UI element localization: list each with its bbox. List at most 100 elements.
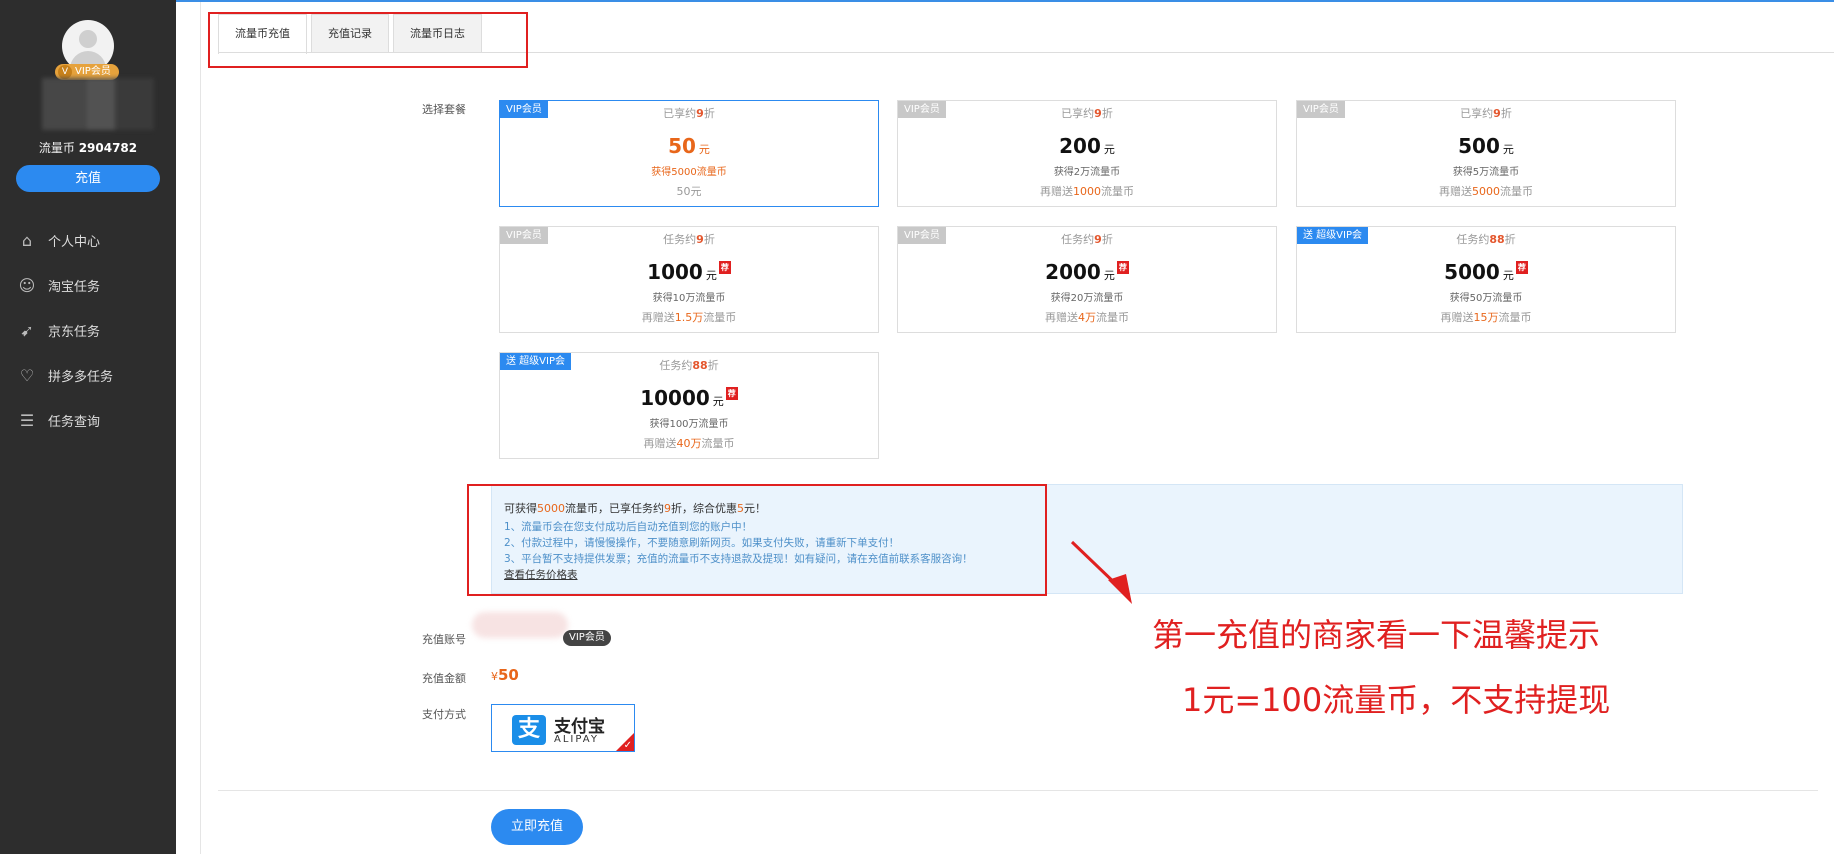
amount-number: 50 bbox=[498, 666, 519, 684]
package-gift: 再赠送5000流量币 bbox=[1297, 183, 1675, 199]
discount-suffix: 折 bbox=[1504, 233, 1516, 246]
discount-suffix: 折 bbox=[703, 107, 715, 120]
sidebar-item-jd-tasks[interactable]: ➹ 京东任务 bbox=[0, 308, 176, 353]
recommend-icon: 荐 bbox=[725, 387, 738, 400]
package-coins: 获得5万流量币 bbox=[1452, 167, 1520, 178]
package-discount: 已享约9折 bbox=[500, 105, 878, 121]
package-card[interactable]: VIP会员 任务约9折 1000 元荐 获得10万流量币 再赠送1.5万流量币 bbox=[499, 226, 879, 333]
discount-value: 9 bbox=[1094, 107, 1102, 120]
gift-prefix: 再赠送 bbox=[643, 437, 677, 450]
price-unit: 元 bbox=[1103, 269, 1115, 282]
gift-prefix: 再赠送 bbox=[1440, 311, 1474, 324]
package-card[interactable]: VIP会员 已享约9折 200 元获得2万流量币 再赠送1000流量币 bbox=[897, 100, 1277, 207]
gift-suffix: 流量币 bbox=[1101, 185, 1134, 198]
package-coins: 获得50万流量币 bbox=[1449, 293, 1523, 304]
coin-balance-value: 2904782 bbox=[78, 141, 138, 155]
package-card[interactable]: 送 超级VIP会 任务约88折 5000 元荐 获得50万流量币 再赠送15万流量币 bbox=[1296, 226, 1676, 333]
package-discount: 已享约9折 bbox=[1297, 105, 1675, 121]
amount-value: ¥50 bbox=[491, 666, 519, 684]
discount-prefix: 任务约 bbox=[1061, 233, 1095, 246]
gift-value: 1000 bbox=[1073, 185, 1101, 198]
discount-prefix: 任务约 bbox=[659, 359, 693, 372]
gift-suffix: 流量币 bbox=[701, 437, 735, 450]
sidebar-item-personal-center[interactable]: ⌂ 个人中心 bbox=[0, 218, 176, 263]
sidebar-item-task-query[interactable]: ☰ 任务查询 bbox=[0, 398, 176, 443]
package-gift: 50元 bbox=[500, 183, 878, 199]
price-value: 10000 bbox=[640, 386, 710, 410]
discount-value: 88 bbox=[1489, 233, 1505, 246]
gift-prefix: 再赠送 bbox=[1040, 185, 1073, 198]
package-coins: 获得2万流量币 bbox=[1053, 167, 1121, 178]
sidebar-item-label: 拼多多任务 bbox=[48, 370, 114, 385]
alipay-option[interactable]: 支 支付宝 ALIPAY ✓ bbox=[491, 704, 635, 752]
price-value: 200 bbox=[1059, 134, 1101, 158]
package-coins: 获得5000流量币 bbox=[651, 167, 727, 178]
search-list-icon: ☰ bbox=[19, 410, 35, 430]
gift-suffix: 流量币 bbox=[703, 311, 737, 324]
recommend-icon: 荐 bbox=[1116, 261, 1129, 274]
form-divider bbox=[218, 790, 1818, 791]
package-price: 200 元 bbox=[898, 134, 1276, 158]
pinduoduo-icon: ♡ bbox=[19, 365, 35, 385]
package-price: 5000 元荐 bbox=[1297, 260, 1675, 284]
price-unit: 元 bbox=[1103, 143, 1115, 156]
price-value: 2000 bbox=[1045, 260, 1101, 284]
payment-label: 支付方式 bbox=[422, 708, 466, 721]
vip-crown-icon: V bbox=[58, 65, 72, 79]
package-discount: 任务约88折 bbox=[1297, 231, 1675, 247]
package-discount: 已享约9折 bbox=[898, 105, 1276, 121]
annotation-arrow-icon bbox=[1070, 540, 1132, 604]
gift-suffix: 流量币 bbox=[1500, 185, 1533, 198]
coin-balance: 流量币 2904782 bbox=[0, 139, 176, 156]
avatar-head bbox=[79, 30, 97, 48]
package-card[interactable]: VIP会员 已享约9折 50 元获得5000流量币 50元 bbox=[499, 100, 879, 207]
discount-prefix: 已享约 bbox=[1061, 107, 1095, 120]
home-icon: ⌂ bbox=[21, 230, 33, 250]
sidebar-item-label: 任务查询 bbox=[48, 415, 101, 430]
gift-suffix: 流量币 bbox=[1498, 311, 1532, 324]
discount-prefix: 任务约 bbox=[663, 233, 697, 246]
price-value: 500 bbox=[1458, 134, 1500, 158]
account-vip-badge: VIP会员 bbox=[563, 630, 611, 646]
package-gift: 再赠送1.5万流量币 bbox=[500, 309, 878, 325]
content-left-border bbox=[200, 2, 201, 854]
vip-badge-label: VIP会员 bbox=[75, 66, 111, 77]
package-card[interactable]: VIP会员 已享约9折 500 元获得5万流量币 再赠送5000流量币 bbox=[1296, 100, 1676, 207]
package-card[interactable]: VIP会员 任务约9折 2000 元荐 获得20万流量币 再赠送4万流量币 bbox=[897, 226, 1277, 333]
sidebar-item-label: 个人中心 bbox=[48, 235, 101, 250]
gift-prefix: 再赠送 bbox=[1045, 311, 1078, 324]
discount-value: 9 bbox=[696, 233, 704, 246]
discount-value: 88 bbox=[692, 359, 708, 372]
price-unit: 元 bbox=[698, 143, 710, 156]
sidebar-item-label: 京东任务 bbox=[48, 325, 101, 340]
recommend-icon: 荐 bbox=[718, 261, 731, 274]
blurred-account bbox=[472, 612, 568, 638]
gift-prefix: 再赠送 bbox=[641, 311, 675, 324]
sidebar-nav: ⌂ 个人中心 ☺ 淘宝任务 ➹ 京东任务 ♡ 拼多多任务 ☰ 任务查询 bbox=[0, 218, 176, 443]
gift-value: 15万 bbox=[1473, 311, 1499, 324]
package-card[interactable]: 送 超级VIP会 任务约88折 10000 元荐 获得100万流量币 再赠送40万流量币 bbox=[499, 352, 879, 459]
submit-recharge-button[interactable]: 立即充值 bbox=[491, 809, 583, 845]
package-discount: 任务约9折 bbox=[500, 231, 878, 247]
package-price: 500 元 bbox=[1297, 134, 1675, 158]
package-coins: 获得100万流量币 bbox=[649, 419, 729, 430]
discount-suffix: 折 bbox=[1101, 233, 1113, 246]
discount-prefix: 任务约 bbox=[1456, 233, 1490, 246]
recharge-button[interactable]: 充值 bbox=[16, 165, 160, 192]
gift-suffix: 流量币 bbox=[1096, 311, 1129, 324]
annotation-box-notice bbox=[467, 484, 1047, 596]
alipay-logo-icon: 支 bbox=[512, 715, 546, 745]
sidebar-item-pinduoduo-tasks[interactable]: ♡ 拼多多任务 bbox=[0, 353, 176, 398]
price-unit: 元 bbox=[712, 395, 724, 408]
annotation-box-tabs bbox=[208, 12, 528, 68]
package-gift: 再赠送4万流量币 bbox=[898, 309, 1276, 325]
package-price: 1000 元荐 bbox=[500, 260, 878, 284]
sidebar-item-taobao-tasks[interactable]: ☺ 淘宝任务 bbox=[0, 263, 176, 308]
gift-prefix: 再赠送 bbox=[1439, 185, 1472, 198]
discount-value: 9 bbox=[696, 107, 704, 120]
discount-suffix: 折 bbox=[1500, 107, 1512, 120]
gift-value: 5000 bbox=[1472, 185, 1500, 198]
sidebar-item-label: 淘宝任务 bbox=[48, 280, 101, 295]
alipay-name-en: ALIPAY bbox=[554, 734, 599, 745]
discount-suffix: 折 bbox=[1101, 107, 1113, 120]
